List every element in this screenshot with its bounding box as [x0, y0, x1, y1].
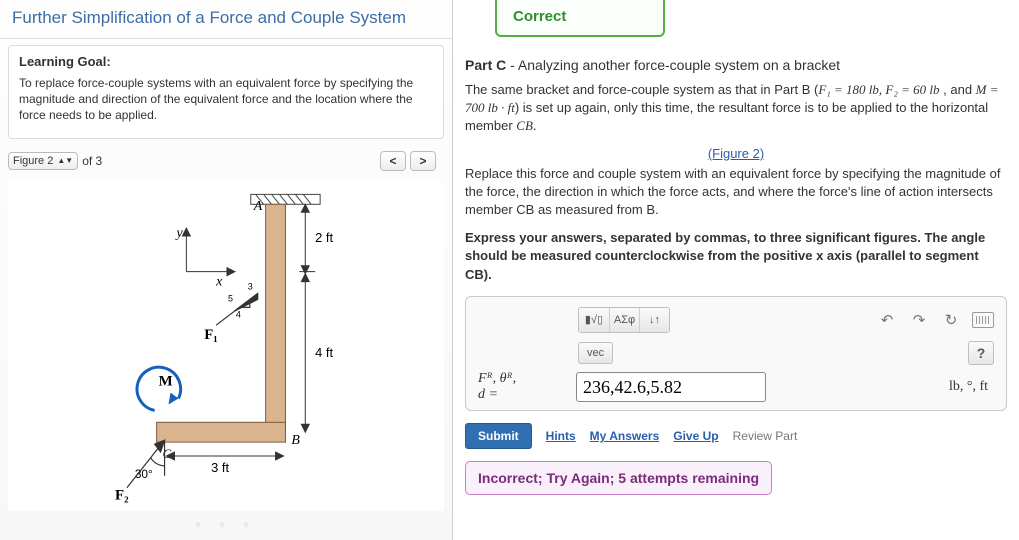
part-c-desc2: Replace this force and couple system wit… — [465, 165, 1007, 220]
figure-2-link[interactable]: (Figure 2) — [708, 146, 764, 161]
help-icon: ? — [977, 345, 986, 361]
desc1-g: . — [533, 118, 537, 133]
review-part-label: Review Part — [733, 429, 798, 443]
equation-toolbar: ▮√▯ ΑΣφ ↓↑ ↶ ↷ ↻ — [578, 307, 994, 333]
desc1-e: ) is set up again, only this time, the r… — [465, 100, 988, 133]
desc1-f: CB — [516, 118, 533, 133]
part-c-desc1: The same bracket and force-couple system… — [465, 81, 1007, 136]
learning-goal-box: Learning Goal: To replace force-couple s… — [8, 45, 444, 139]
previous-correct-banner: Correct — [495, 0, 665, 37]
answer-units: lb, °, ft — [949, 379, 988, 395]
angle-30: 30° — [135, 466, 153, 480]
greek-button[interactable]: ΑΣφ — [609, 308, 639, 332]
answer-input[interactable] — [576, 372, 766, 402]
figure-select[interactable]: Figure 2 ▲▼ — [8, 152, 78, 170]
subsup-button[interactable]: ↓↑ — [639, 308, 669, 332]
answer-input-row: Fᴿ, θᴿ, d = lb, °, ft — [478, 371, 994, 405]
chevron-left-icon: < — [389, 154, 396, 168]
page-title: Further Simplification of a Force and Co… — [0, 0, 452, 39]
figure-pager-dots[interactable]: ○ ○ ○ — [0, 515, 452, 533]
figure-prev-button[interactable]: < — [380, 151, 406, 171]
part-c-title-text: - Analyzing another force-couple system … — [506, 57, 840, 73]
undo-button[interactable]: ↶ — [876, 309, 898, 331]
desc1-c: , and — [940, 82, 976, 97]
part-c-label: Part C — [465, 57, 506, 73]
figure-count: of 3 — [82, 154, 102, 168]
greek-icon: ΑΣφ — [614, 314, 635, 326]
redo-icon: ↷ — [913, 311, 926, 329]
desc1-a: The same bracket and force-couple system… — [465, 82, 818, 97]
dim-4ft: 4 ft — [315, 344, 333, 359]
point-b-label: B — [291, 433, 300, 448]
tool-group-right: ↶ ↷ ↻ — [876, 309, 994, 331]
tool-group-main: ▮√▯ ΑΣφ ↓↑ — [578, 307, 670, 333]
figure-select-label: Figure 2 — [13, 155, 53, 167]
lhs-line2: d = — [478, 387, 498, 402]
figure-svg: y x A 2 ft 3 4 5 F₁ — [8, 181, 444, 511]
force-f1-label: F₁ — [204, 327, 218, 343]
right-panel: Correct Part C - Analyzing another force… — [453, 0, 1019, 540]
point-a-label: A — [253, 199, 263, 214]
figure-toolbar: Figure 2 ▲▼ of 3 < > — [0, 147, 452, 177]
axis-y-label: y — [174, 226, 183, 241]
dim-2ft: 2 ft — [315, 230, 333, 245]
part-c-desc3: Express your answers, separated by comma… — [465, 229, 1007, 284]
keyboard-button[interactable] — [972, 309, 994, 331]
tri-5: 5 — [228, 293, 233, 303]
dropdown-icon: ▲▼ — [57, 157, 73, 165]
desc1-b: F₁ = 180 lb, F₂ = 60 lb — [818, 82, 939, 97]
dim-3ft: 3 ft — [211, 459, 229, 474]
reset-button[interactable]: ↻ — [940, 309, 962, 331]
figure-link-row: (Figure 2) — [465, 146, 1007, 161]
templates-button[interactable]: ▮√▯ — [579, 308, 609, 332]
my-answers-link[interactable]: My Answers — [590, 429, 660, 443]
vec-button[interactable]: vec — [578, 342, 613, 364]
hints-link[interactable]: Hints — [546, 429, 576, 443]
chevron-right-icon: > — [419, 154, 426, 168]
learning-goal-text: To replace force-couple systems with an … — [19, 75, 433, 124]
submit-row: Submit Hints My Answers Give Up Review P… — [465, 423, 1007, 449]
redo-button[interactable]: ↷ — [908, 309, 930, 331]
reset-icon: ↻ — [945, 311, 958, 329]
learning-goal-heading: Learning Goal: — [19, 54, 433, 69]
subsup-icon: ↓↑ — [649, 314, 660, 326]
help-button[interactable]: ? — [968, 341, 994, 365]
answer-panel: ▮√▯ ΑΣφ ↓↑ ↶ ↷ ↻ vec ? Fᴿ, θᴿ, d = lb, °… — [465, 296, 1007, 412]
give-up-link[interactable]: Give Up — [673, 429, 718, 443]
moment-m-label: M — [159, 373, 173, 389]
force-f2-label: F₂ — [115, 487, 129, 503]
part-c-heading: Part C - Analyzing another force-couple … — [465, 57, 1007, 73]
vec-row: vec ? — [578, 341, 994, 365]
tri-3: 3 — [248, 281, 253, 291]
left-panel: Further Simplification of a Force and Co… — [0, 0, 453, 540]
desc3-text: Express your answers, separated by comma… — [465, 230, 985, 281]
feedback-banner: Incorrect; Try Again; 5 attempts remaini… — [465, 461, 772, 495]
submit-button[interactable]: Submit — [465, 423, 532, 449]
figure-canvas: y x A 2 ft 3 4 5 F₁ — [8, 181, 444, 511]
templates-icon: ▮√▯ — [585, 313, 603, 326]
figure-next-button[interactable]: > — [410, 151, 436, 171]
axis-x-label: x — [215, 274, 223, 289]
undo-icon: ↶ — [881, 311, 894, 329]
keyboard-icon — [972, 312, 994, 328]
lhs-line1: Fᴿ, θᴿ, — [478, 371, 516, 386]
tri-4: 4 — [236, 309, 241, 319]
answer-lhs: Fᴿ, θᴿ, d = — [478, 371, 568, 405]
